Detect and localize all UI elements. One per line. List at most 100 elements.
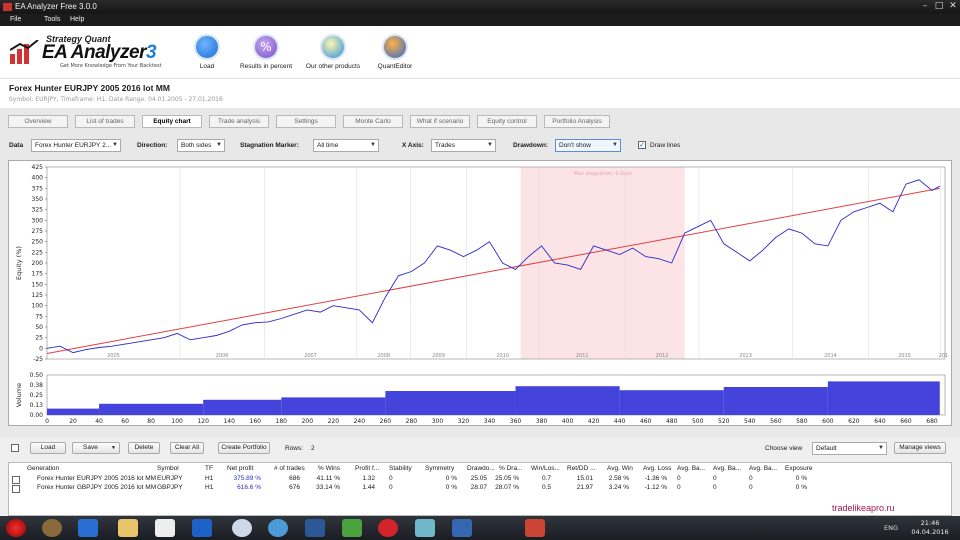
column-header[interactable]: TF	[205, 465, 213, 472]
tab-trade-analysis[interactable]: Trade analysis	[209, 115, 269, 128]
menu-bar: File Tools Help	[0, 14, 960, 26]
column-header[interactable]: Profit f...	[355, 465, 379, 472]
column-header[interactable]: Stability	[389, 465, 412, 472]
data-label: Data	[9, 142, 24, 149]
x-tick-label: 260	[380, 418, 392, 425]
app-icon[interactable]	[452, 519, 472, 537]
manage-views-button[interactable]: Manage views	[894, 442, 946, 454]
x-tick-label: 100	[171, 418, 183, 425]
xaxis-select[interactable]: Trades ▼	[431, 139, 496, 152]
column-header[interactable]: % Wins	[318, 465, 340, 472]
column-header[interactable]: Avg. Loss	[643, 465, 671, 472]
column-header[interactable]: Symbol	[157, 465, 179, 472]
row-checkbox[interactable]	[12, 485, 20, 493]
tray-time[interactable]: 21:46	[915, 519, 945, 527]
column-header[interactable]: Drawdo...	[467, 465, 495, 472]
table-cell: Forex Hunter GBPJPY 2005 2016 lot MM	[37, 484, 157, 491]
strategy-subtitle: Symbol: EURJPY, Timeframe: H1, Date Rang…	[9, 96, 223, 103]
column-header[interactable]: Avg. Win	[607, 465, 633, 472]
column-header[interactable]: Win/Los...	[531, 465, 560, 472]
table-cell: EURJPY	[157, 475, 183, 482]
xaxis-select-value: Trades	[435, 142, 455, 149]
x-tick-label: 0	[45, 418, 49, 425]
x-tick-label: 660	[900, 418, 912, 425]
maximize-button[interactable]: □	[932, 1, 946, 13]
app-icon[interactable]	[42, 519, 62, 537]
load-button[interactable]: Load	[30, 442, 66, 454]
tab-equity-control[interactable]: Equity control	[477, 115, 537, 128]
tab-what-if-scenario[interactable]: What if scenario	[410, 115, 470, 128]
document-icon[interactable]	[155, 519, 175, 537]
quanteditor-button[interactable]: QuantEditor	[374, 34, 416, 70]
draw-lines-checkbox[interactable]: ✓	[638, 141, 646, 149]
close-button[interactable]: ✕	[946, 1, 960, 13]
clear-all-button[interactable]: Clear All	[170, 442, 204, 454]
start-icon[interactable]	[6, 519, 26, 537]
opera-icon[interactable]	[378, 519, 398, 537]
chevron-down-icon: ▼	[487, 142, 493, 148]
save-button-label: Save	[83, 444, 98, 451]
chevron-down-icon: ▼	[612, 142, 618, 148]
app-icon[interactable]	[415, 519, 435, 537]
choose-view-label: Choose view	[765, 445, 803, 452]
app-icon[interactable]	[232, 519, 252, 537]
x-tick-label: 40	[95, 418, 103, 425]
stagnation-label: Max stagnation: 0 days	[574, 171, 633, 177]
utorrent-icon[interactable]	[342, 519, 362, 537]
app-icon[interactable]	[268, 519, 288, 537]
save-button[interactable]: Save ▼	[72, 442, 120, 454]
explorer-icon[interactable]	[118, 519, 138, 537]
tab-equity-chart[interactable]: Equity chart	[142, 115, 202, 128]
select-all-checkbox[interactable]	[11, 444, 19, 452]
tab-list-of-trades[interactable]: List of trades	[75, 115, 135, 128]
column-header[interactable]: Avg. Ba...	[677, 465, 705, 472]
column-header[interactable]: Net profit	[227, 465, 253, 472]
column-header[interactable]: Symmetry	[425, 465, 454, 472]
title-bar: EA Analyzer Free 3.0.0 – □ ✕	[0, 0, 960, 14]
word-icon[interactable]	[305, 519, 325, 537]
column-header[interactable]: Avg. Ba...	[713, 465, 741, 472]
column-header[interactable]: Avg. Ba...	[749, 465, 777, 472]
tab-overview[interactable]: Overview	[8, 115, 68, 128]
menu-tools[interactable]: Tools	[44, 16, 60, 23]
volume-tick-label: 0.50	[30, 372, 44, 379]
maxthon-icon[interactable]	[192, 519, 212, 537]
column-header[interactable]: # of trades	[274, 465, 305, 472]
metatrader-icon[interactable]	[78, 519, 98, 537]
tab-monte-carlo[interactable]: Monte Carlo	[343, 115, 403, 128]
stagnation-select[interactable]: All time ▼	[313, 139, 379, 152]
data-select[interactable]: Forex Hunter EURJPY 2... ▼	[31, 139, 121, 152]
create-portfolio-button[interactable]: Create Portfolio	[218, 442, 270, 454]
choose-view-select[interactable]: Default ▼	[812, 442, 887, 455]
table-cell: 1.32	[362, 475, 375, 482]
tray-date[interactable]: 04.04.2016	[911, 528, 949, 536]
tray-language[interactable]: ENG	[884, 524, 898, 532]
results-percent-button[interactable]: % Results in percent	[236, 34, 296, 70]
column-header[interactable]: % Dra...	[499, 465, 522, 472]
y-tick-label: 225	[32, 249, 44, 256]
direction-select[interactable]: Both sides ▼	[177, 139, 225, 152]
column-header[interactable]: Ret/DD ...	[567, 465, 596, 472]
delete-button[interactable]: Delete	[128, 442, 160, 454]
menu-file[interactable]: File	[10, 16, 21, 23]
tab-portfolio-analysis[interactable]: Portfolio Analysis	[544, 115, 610, 128]
ea-analyzer-icon[interactable]	[525, 519, 545, 537]
drawdown-select[interactable]: Don't show ▼	[555, 139, 621, 152]
x-tick-label: 20	[69, 418, 77, 425]
table-cell: 25.05	[470, 475, 487, 482]
data-select-value: Forex Hunter EURJPY 2...	[35, 142, 112, 149]
column-header[interactable]: Generation	[27, 465, 59, 472]
row-checkbox[interactable]	[12, 476, 20, 484]
x-tick-label: 220	[328, 418, 340, 425]
other-products-button[interactable]: Our other products	[302, 34, 364, 70]
menu-help[interactable]: Help	[70, 16, 84, 23]
x-tick-label: 160	[250, 418, 262, 425]
year-label: 2010	[496, 353, 509, 359]
year-label: 2006	[216, 353, 229, 359]
tab-settings[interactable]: Settings	[276, 115, 336, 128]
column-header[interactable]: Exposure	[785, 465, 812, 472]
year-label: 201	[939, 353, 949, 359]
table-cell: 0	[713, 484, 717, 491]
load-toolbar-button[interactable]: Load	[192, 34, 222, 70]
minimize-button[interactable]: –	[918, 1, 932, 13]
